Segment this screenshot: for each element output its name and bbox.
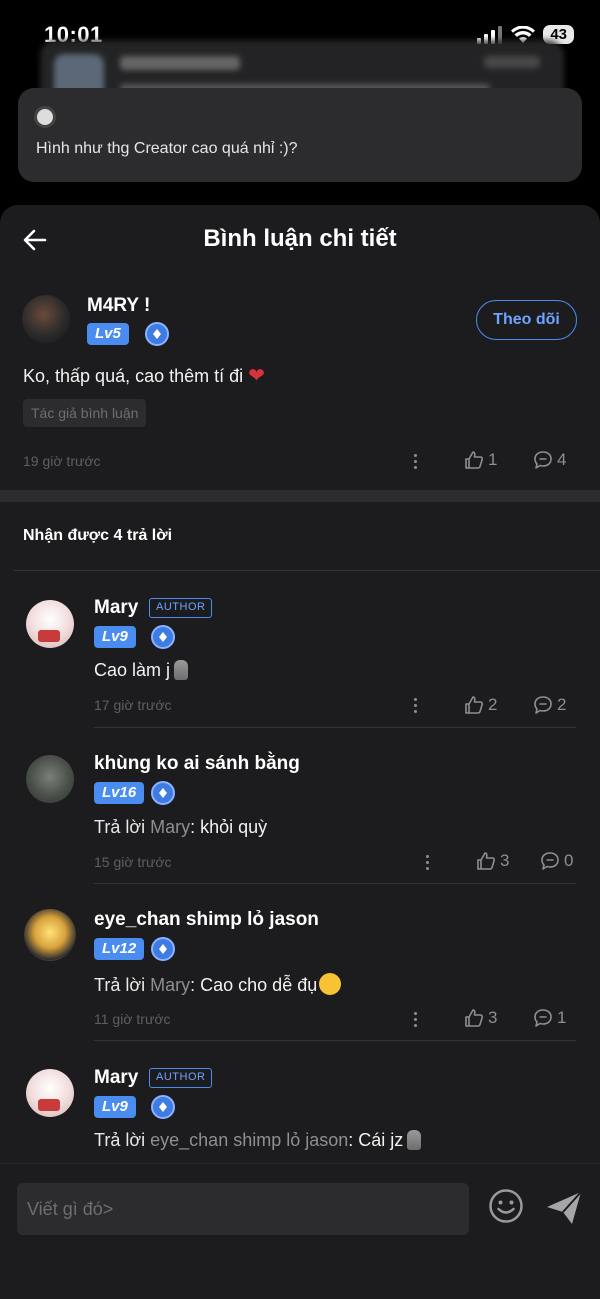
level-badge: Lv16 — [94, 782, 145, 804]
more-options-icon[interactable] — [412, 695, 418, 716]
moai-icon — [407, 1130, 422, 1150]
reply-username[interactable]: Mary — [94, 1067, 138, 1089]
thumbs-up-icon — [465, 451, 483, 469]
level-badge: Lv5 — [87, 323, 129, 345]
avatar[interactable] — [26, 755, 74, 803]
replies-count-header: Nhận được 4 trả lời — [23, 527, 173, 544]
comment-author-tag: Tác giả bình luận — [23, 399, 147, 427]
reply-username[interactable]: Mary — [94, 597, 138, 619]
comment-time: 19 giờ trước — [23, 453, 101, 469]
send-icon[interactable] — [545, 1190, 583, 1226]
broken-heart-icon: ❤ — [248, 365, 265, 387]
page-title: Bình luận chi tiết — [203, 225, 397, 252]
comment-username[interactable]: M4RY ! — [87, 295, 150, 317]
comment-icon — [534, 451, 552, 469]
more-options-icon[interactable] — [412, 451, 418, 472]
reply-to-username[interactable]: Mary — [150, 975, 190, 995]
diamond-badge-icon — [145, 322, 169, 346]
comment-composer — [0, 1163, 600, 1299]
more-options-icon[interactable] — [412, 1009, 418, 1030]
reply-text: Trả lời Mary: khỏi quỳ — [94, 817, 268, 837]
thumbs-up-icon — [477, 852, 495, 870]
comment-text: Ko, thấp quá, cao thêm tí đi ❤ — [23, 365, 265, 387]
reply-username[interactable]: eye_chan shimp lỏ jason — [94, 909, 319, 931]
comment-icon — [534, 1009, 552, 1027]
more-options-icon[interactable] — [424, 852, 430, 873]
like-button[interactable]: 2 — [464, 695, 497, 715]
like-button[interactable]: 3 — [464, 1008, 497, 1028]
like-button[interactable]: 3 — [476, 851, 509, 871]
moai-icon — [174, 660, 189, 680]
parent-comment-card[interactable]: Hình như thg Creator cao quá nhỉ :)? — [18, 88, 582, 182]
reply-time: 15 giờ trước — [94, 854, 172, 870]
thumbs-up-icon — [465, 1009, 483, 1027]
reply-count-button[interactable]: 2 — [533, 695, 566, 715]
reply-count-button[interactable]: 1 — [533, 1008, 566, 1028]
reply-text: Trả lời Mary: Cao cho dễ đụ — [94, 973, 342, 996]
reply-text: Cao làm j — [94, 660, 189, 681]
avatar[interactable] — [26, 1069, 74, 1117]
reply-to-username[interactable]: eye_chan shimp lỏ jason — [150, 1130, 348, 1150]
diamond-badge-icon — [151, 937, 175, 961]
reply-username[interactable]: khùng ko ai sánh bằng — [94, 753, 300, 775]
level-badge: Lv12 — [94, 938, 145, 960]
avatar[interactable] — [24, 909, 76, 961]
comment-input-box[interactable] — [17, 1183, 469, 1235]
reply-to-username[interactable]: Mary — [150, 817, 190, 837]
like-button[interactable]: 1 — [464, 450, 497, 470]
emoji-icon[interactable] — [488, 1188, 524, 1224]
diamond-badge-icon — [151, 781, 175, 805]
section-divider — [0, 490, 600, 502]
reply-count-button[interactable]: 4 — [533, 450, 566, 470]
level-badge: Lv9 — [94, 1096, 136, 1118]
diamond-badge-icon — [151, 625, 175, 649]
level-badge: Lv9 — [94, 626, 136, 648]
comment-detail-sheet: Bình luận chi tiết M4RY ! Lv5 Theo dõi K… — [0, 205, 600, 1299]
reply-text: Trả lời eye_chan shimp lỏ jason: Cái jz — [94, 1130, 422, 1151]
avatar[interactable] — [22, 295, 70, 343]
reply-time: 17 giờ trước — [94, 697, 172, 713]
reply-time: 11 giờ trước — [94, 1011, 171, 1027]
follow-button[interactable]: Theo dõi — [476, 300, 577, 340]
thumbs-up-icon — [465, 696, 483, 714]
avatar[interactable] — [26, 600, 74, 648]
reply-count-button[interactable]: 0 — [540, 851, 573, 871]
diamond-badge-icon — [151, 1095, 175, 1119]
parent-comment-text: Hình như thg Creator cao quá nhỉ :)? — [36, 140, 298, 157]
author-tag: AUTHOR — [149, 1068, 213, 1088]
sad-face-icon — [319, 973, 342, 995]
comment-input[interactable] — [17, 1183, 469, 1235]
avatar — [34, 106, 56, 128]
comment-icon — [541, 852, 559, 870]
comment-icon — [534, 696, 552, 714]
author-tag: AUTHOR — [149, 598, 213, 618]
